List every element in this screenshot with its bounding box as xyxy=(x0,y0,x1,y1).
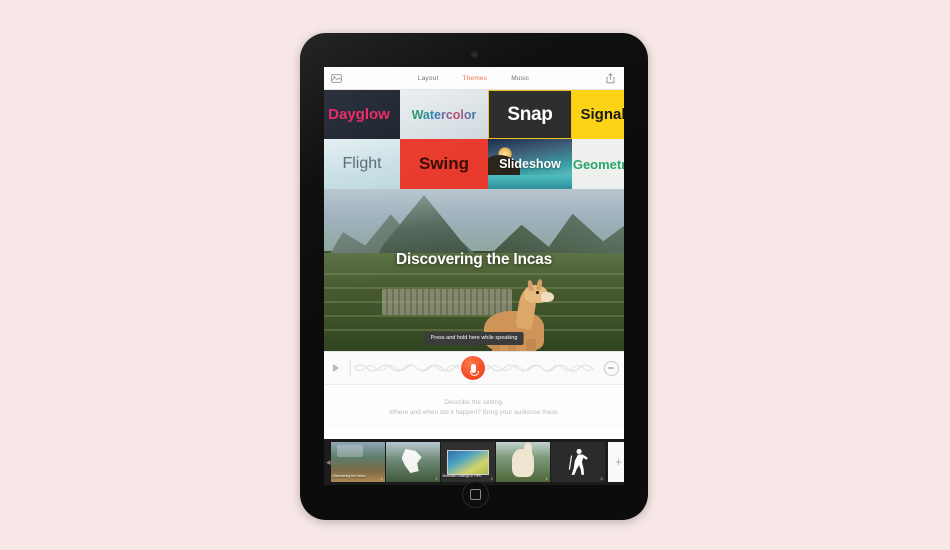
thumb-map-detail[interactable]: Mountain Settings in Peru 3 xyxy=(440,442,495,482)
toolbar-left xyxy=(324,72,382,85)
front-camera-icon xyxy=(471,52,477,57)
theme-tile-swing[interactable]: Swing xyxy=(400,139,488,189)
theme-tile-watercolor[interactable]: Watercolor xyxy=(400,90,488,139)
theme-tile-flight[interactable]: Flight xyxy=(324,139,400,189)
thumb-index: 3 xyxy=(490,477,493,481)
theme-label-slideshow: Slideshow xyxy=(499,157,561,171)
theme-tile-signal[interactable]: Signal xyxy=(572,90,624,139)
themes-grid: Dayglow Watercolor Snap Signal Flight Sw… xyxy=(324,90,624,189)
hint-line-2: Where and when did it happen? Bring your… xyxy=(389,408,559,416)
share-icon[interactable] xyxy=(604,72,617,85)
microphone-icon xyxy=(469,363,479,376)
themes-row-1: Dayglow Watercolor Snap Signal xyxy=(324,90,624,139)
theme-tile-slideshow[interactable]: Slideshow xyxy=(488,139,572,189)
hero-title: Discovering the Incas xyxy=(395,251,553,268)
thumb-caption: Mountain Settings in Peru xyxy=(442,474,482,479)
filmstrip: ◂ Discovering the Incas 1 2 Mountain Set… xyxy=(324,439,624,485)
record-button[interactable] xyxy=(461,356,485,380)
decor-water xyxy=(488,175,572,189)
theme-tile-geometric[interactable]: Geometric xyxy=(572,139,624,189)
thumb-title-card[interactable]: Discovering the Incas 1 xyxy=(330,442,385,482)
hiker-icon xyxy=(568,448,588,475)
thumb-peru-map[interactable]: 2 xyxy=(385,442,440,482)
theme-tile-snap[interactable]: Snap xyxy=(488,90,572,139)
theme-label-dayglow: Dayglow xyxy=(328,106,390,123)
recording-hint: Describe the setting. Where and when did… xyxy=(324,385,624,429)
toolbar-tabs: Layout Themes Music xyxy=(382,75,565,82)
loop-icon[interactable] xyxy=(598,360,624,376)
theme-tile-dayglow[interactable]: Dayglow xyxy=(324,90,400,139)
filmstrip-items: Discovering the Incas 1 2 Mountain Setti… xyxy=(330,442,624,482)
tab-music[interactable]: Music xyxy=(511,75,529,82)
tab-themes[interactable]: Themes xyxy=(463,75,488,82)
hero-preview[interactable]: Discovering the Incas Press and hold her… xyxy=(324,189,624,351)
tablet-screen: Layout Themes Music Dayglow Watercolor S… xyxy=(324,67,624,485)
record-tooltip: Press and hold here while speaking xyxy=(424,331,524,348)
audio-record-bar xyxy=(324,351,624,385)
thumb-index: 1 xyxy=(380,477,383,481)
add-slide-button[interactable]: + xyxy=(607,442,624,482)
hint-line-1: Describe the setting. xyxy=(444,398,504,406)
theme-label-snap: Snap xyxy=(507,103,553,125)
thumb-index: 2 xyxy=(435,477,438,481)
theme-label-geometric: Geometric xyxy=(572,156,624,172)
app-toolbar: Layout Themes Music xyxy=(324,67,624,90)
theme-label-flight: Flight xyxy=(342,155,382,172)
theme-label-watercolor: Watercolor xyxy=(411,107,477,122)
home-button[interactable] xyxy=(461,481,489,508)
thumb-hiker-icon[interactable]: 5 xyxy=(550,442,605,482)
theme-label-signal: Signal xyxy=(580,106,624,123)
audio-waveform[interactable] xyxy=(348,352,598,384)
tab-layout[interactable]: Layout xyxy=(418,75,439,82)
thumb-index: 4 xyxy=(545,477,548,481)
thumb-llama[interactable]: 4 xyxy=(495,442,550,482)
play-icon[interactable] xyxy=(324,364,348,372)
thumb-caption: Discovering the Incas xyxy=(332,474,365,479)
theme-label-swing: Swing xyxy=(418,154,470,173)
thumb-index: 5 xyxy=(600,477,603,481)
tablet-device: Layout Themes Music Dayglow Watercolor S… xyxy=(300,33,648,520)
library-icon[interactable] xyxy=(330,72,343,85)
themes-row-2: Flight Swing Slideshow Geometric xyxy=(324,139,624,189)
toolbar-right xyxy=(565,72,624,85)
